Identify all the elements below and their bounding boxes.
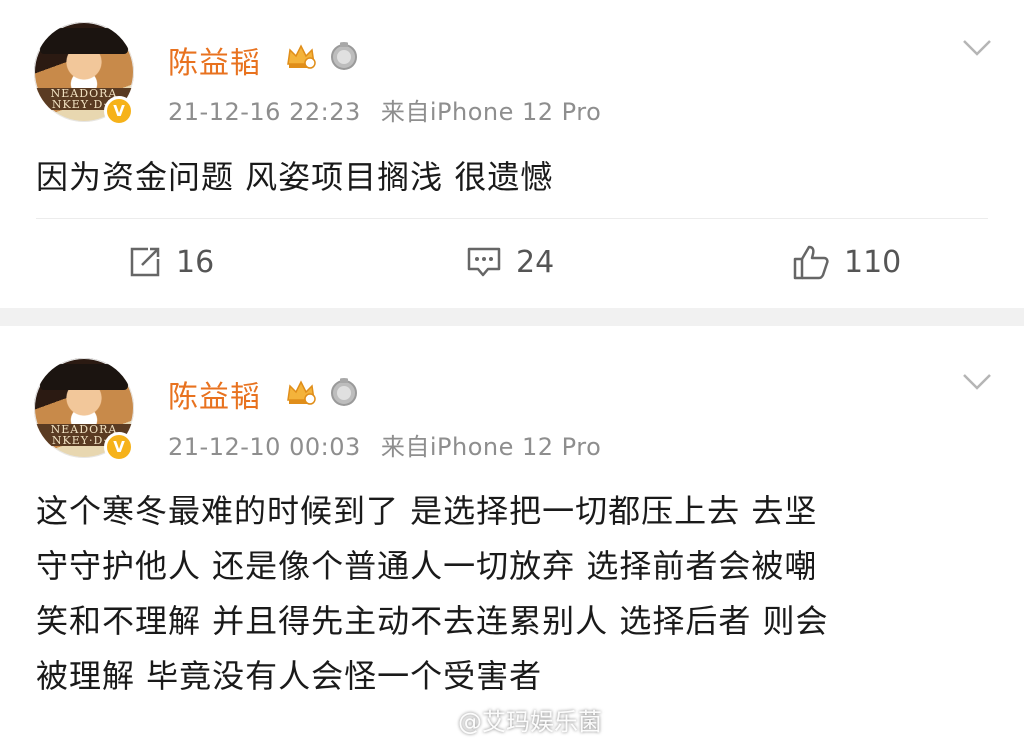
like-button[interactable]: 110 xyxy=(792,240,901,284)
repost-count: 16 xyxy=(176,244,215,280)
crown-icon xyxy=(287,44,316,69)
weibo-logo-icon xyxy=(420,708,451,732)
medal-icon xyxy=(331,42,357,70)
watermark: @艾玛娱乐菌 xyxy=(420,702,602,737)
author-name[interactable]: 陈益韬 xyxy=(168,372,261,416)
verified-badge-icon: V xyxy=(104,96,134,126)
post-text: 这个寒冬最难的时候到了 是选择把一切都压上去 去坚 守守护他人 还是像个普通人一… xyxy=(36,484,986,704)
watermark-text: @艾玛娱乐菌 xyxy=(458,708,602,736)
avatar-hat-shape xyxy=(40,364,128,390)
post-timestamp: 21-12-16 22:23 xyxy=(168,98,361,126)
chevron-down-icon[interactable] xyxy=(962,38,992,58)
post-timestamp: 21-12-10 00:03 xyxy=(168,433,361,461)
post-text-line: 笑和不理解 并且得先主动不去连累别人 选择后者 则会 xyxy=(36,602,829,640)
weibo-post: NEADORA NKEY·D·L V 陈益韬 21-12-10 00:03 来自… xyxy=(0,326,1024,739)
chevron-down-icon[interactable] xyxy=(962,372,992,392)
post-meta: 21-12-16 22:23 来自iPhone 12 Pro xyxy=(168,92,601,127)
repost-button[interactable]: 16 xyxy=(128,240,214,284)
post-text-line: 被理解 毕竟没有人会怪一个受害者 xyxy=(36,657,543,695)
post-text: 因为资金问题 风姿项目搁浅 很遗憾 xyxy=(36,158,554,196)
post-text-line: 这个寒冬最难的时候到了 是选择把一切都压上去 去坚 xyxy=(36,492,818,530)
post-source[interactable]: 来自iPhone 12 Pro xyxy=(381,433,601,461)
divider xyxy=(36,218,988,219)
comment-count: 24 xyxy=(516,244,555,280)
thumbs-up-icon xyxy=(793,245,829,280)
crown-icon xyxy=(287,380,316,405)
post-meta: 21-12-10 00:03 来自iPhone 12 Pro xyxy=(168,427,601,462)
comment-button[interactable]: 24 xyxy=(466,240,554,284)
comment-icon xyxy=(467,247,501,277)
medal-icon xyxy=(331,378,357,406)
post-text-line: 守守护他人 还是像个普通人一切放弃 选择前者会被嘲 xyxy=(36,547,818,585)
repost-icon xyxy=(130,247,160,277)
author-name[interactable]: 陈益韬 xyxy=(168,38,261,82)
like-count: 110 xyxy=(844,244,902,280)
avatar-hat-shape xyxy=(40,28,128,54)
post-separator xyxy=(0,308,1024,326)
post-source[interactable]: 来自iPhone 12 Pro xyxy=(381,98,601,126)
weibo-post: NEADORA NKEY·D·L V 陈益韬 21-12-16 22:23 来自… xyxy=(0,0,1024,308)
verified-badge-icon: V xyxy=(104,432,134,462)
